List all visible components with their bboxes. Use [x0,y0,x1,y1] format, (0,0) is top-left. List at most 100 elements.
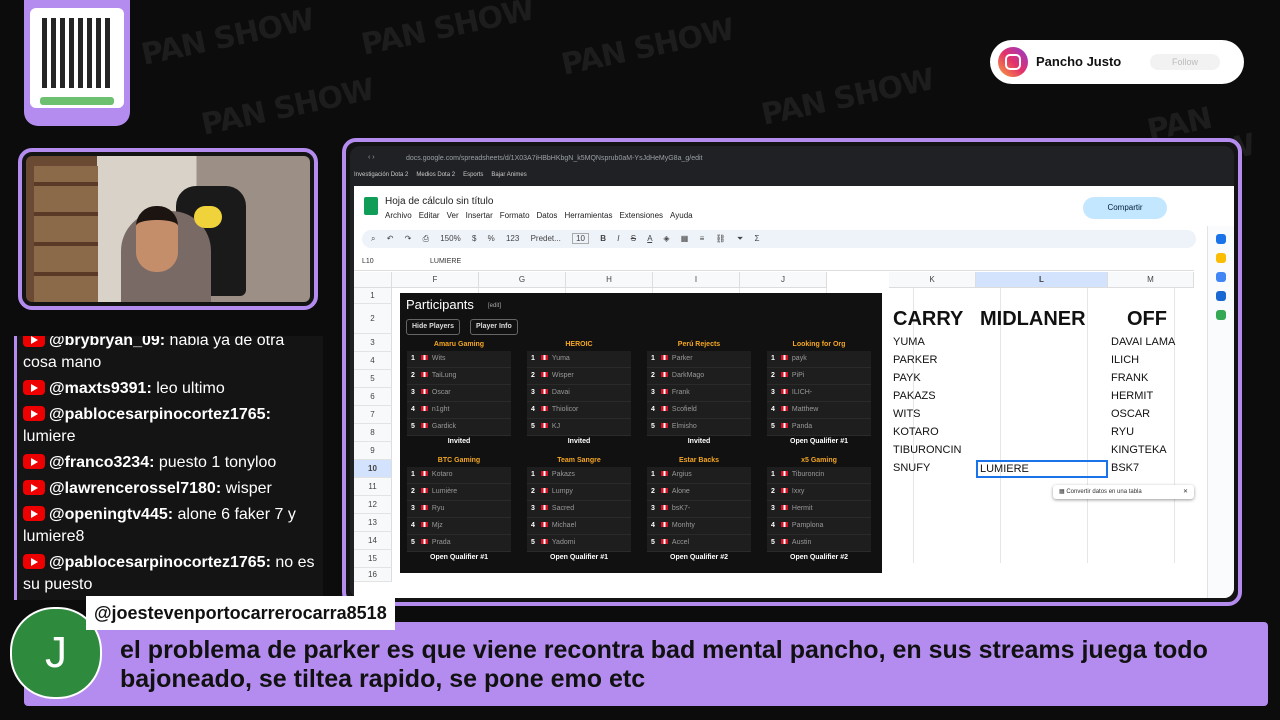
row-header[interactable]: 3 [354,334,392,352]
player-row[interactable]: 1 Wits [407,351,511,368]
player-name[interactable]: Accel [672,539,689,546]
player-name[interactable]: Wisper [552,372,574,379]
menu-item[interactable]: Archivo [385,211,412,220]
cell-carry[interactable]: PAYK [893,372,921,384]
row-header[interactable]: 16 [354,568,392,582]
column-header[interactable]: L [976,272,1108,288]
redo-icon[interactable]: ↷ [405,234,412,243]
player-row[interactable]: 5 Accel [647,535,751,552]
filter-icon[interactable]: ⏷ [737,234,743,243]
cell-midlaner-selected[interactable]: LUMIERE [976,460,1108,478]
player-row[interactable]: 2 Lumpy [527,484,631,501]
team-name[interactable]: BTC Gaming [407,457,511,467]
player-row[interactable]: 3 bsK7- [647,501,751,518]
bold-icon[interactable]: B [600,234,606,243]
print-icon[interactable]: ⎙ [423,234,429,243]
cell-off[interactable]: RYU [1111,426,1134,438]
column-header[interactable]: I [653,272,740,288]
fill-color-icon[interactable]: ◈ [663,234,669,243]
edit-link[interactable]: [edit] [488,303,501,309]
player-name[interactable]: Ryu [432,505,444,512]
cell-off[interactable]: OSCAR [1111,408,1150,420]
player-row[interactable]: 4 Mjz [407,518,511,535]
player-name[interactable]: Pakazs [552,471,575,478]
row-header[interactable]: 6 [354,388,392,406]
player-row[interactable]: 4 Monhty [647,518,751,535]
player-row[interactable]: 5 Yadomi [527,535,631,552]
player-row[interactable]: 5 Prada [407,535,511,552]
menu-item[interactable]: Editar [419,211,440,220]
menu-item[interactable]: Extensiones [619,211,663,220]
player-row[interactable]: 1 payk [767,351,871,368]
column-header[interactable]: K [889,272,976,288]
player-row[interactable]: 5 Austin [767,535,871,552]
cell-carry[interactable]: WITS [893,408,921,420]
team-name[interactable]: Team Sangre [527,457,631,467]
maps-icon[interactable] [1216,310,1226,320]
cell-off[interactable]: BSK7 [1111,462,1139,474]
italic-icon[interactable]: I [617,234,619,243]
align-icon[interactable]: ≡ [700,234,705,243]
player-row[interactable]: 3 Sacred [527,501,631,518]
player-row[interactable]: 5 Panda [767,419,871,436]
link-icon[interactable]: ⛓ [716,234,726,243]
player-name[interactable]: Scofield [672,406,697,413]
cell-off[interactable]: HERMIT [1111,390,1153,402]
cell-carry[interactable]: KOTARO [893,426,939,438]
player-row[interactable]: 4 Scofield [647,402,751,419]
player-row[interactable]: 4 Michael [527,518,631,535]
player-info-button[interactable]: Player Info [470,319,518,335]
player-name[interactable]: Lumière [432,488,457,495]
undo-icon[interactable]: ↶ [387,234,394,243]
bookmark-item[interactable]: Esports [463,172,483,178]
cell-off[interactable]: KINGTEKA [1111,444,1167,456]
player-name[interactable]: Frank [672,389,690,396]
row-header[interactable]: 14 [354,532,392,550]
row-header[interactable]: 13 [354,514,392,532]
player-row[interactable]: 4 Pamplona [767,518,871,535]
url-text[interactable]: docs.google.com/spreadsheets/d/1X03A7iHB… [406,155,703,162]
player-row[interactable]: 3 Davai [527,385,631,402]
row-header[interactable]: 15 [354,550,392,568]
player-name[interactable]: Yadomi [552,539,575,546]
player-name[interactable]: PiPi [792,372,804,379]
player-row[interactable]: 3 Ryu [407,501,511,518]
text-color-icon[interactable]: A [647,234,652,243]
column-header[interactable]: G [479,272,566,288]
player-name[interactable]: Pamplona [792,522,824,529]
player-name[interactable]: Ixxy [792,488,804,495]
player-row[interactable]: 4 Thiolicor [527,402,631,419]
player-row[interactable]: 2 Ixxy [767,484,871,501]
hide-players-button[interactable]: Hide Players [406,319,461,335]
player-name[interactable]: Yuma [552,355,570,362]
player-row[interactable]: 3 Oscar [407,385,511,402]
bookmark-item[interactable]: Investigación Dota 2 [354,172,408,178]
back-icon[interactable]: ‹ › [368,154,375,161]
search-icon[interactable]: ⌕ [371,234,375,243]
cell-off[interactable]: DAVAI LAMA [1111,336,1175,348]
player-row[interactable]: 1 Pakazs [527,467,631,484]
currency-button[interactable]: $ [472,234,476,243]
bookmark-item[interactable]: Medios Dota 2 [416,172,455,178]
player-row[interactable]: 1 Tiburoncin [767,467,871,484]
player-row[interactable]: 5 Gardick [407,419,511,436]
player-name[interactable]: payk [792,355,807,362]
follow-button[interactable]: Follow [1150,54,1220,70]
cell-carry[interactable]: TIBURONCIN [893,444,961,456]
player-row[interactable]: 1 Parker [647,351,751,368]
cell-off[interactable]: FRANK [1111,372,1148,384]
column-header[interactable]: M [1108,272,1194,288]
keep-icon[interactable] [1216,253,1226,263]
player-row[interactable]: 4 n1ght [407,402,511,419]
player-row[interactable]: 5 Elmisho [647,419,751,436]
player-name[interactable]: Michael [552,522,576,529]
player-row[interactable]: 2 TaiLung [407,368,511,385]
player-row[interactable]: 2 Lumière [407,484,511,501]
player-name[interactable]: Panda [792,423,812,430]
player-name[interactable]: Monhty [672,522,695,529]
calendar-icon[interactable] [1216,234,1226,244]
bookmark-item[interactable]: Bajar Animes [491,172,526,178]
team-name[interactable]: Looking for Org [767,341,871,351]
close-icon[interactable]: ✕ [1183,485,1188,499]
menu-item[interactable]: Insertar [466,211,493,220]
